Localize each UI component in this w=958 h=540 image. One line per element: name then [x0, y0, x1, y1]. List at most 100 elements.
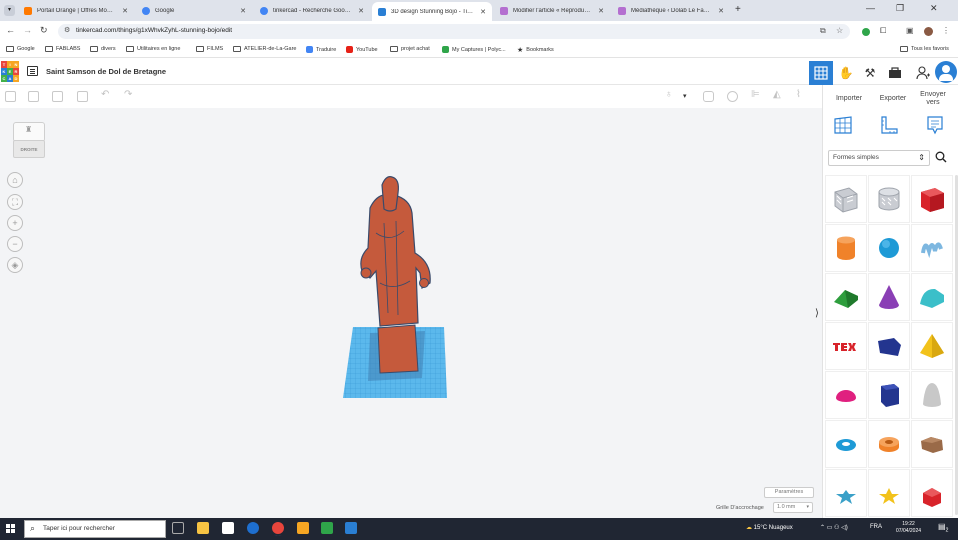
ungroup-icon[interactable]: [727, 91, 738, 102]
zoom-out-button[interactable]: −: [7, 236, 23, 252]
close-tab-icon[interactable]: ✕: [598, 7, 604, 15]
shape-torus[interactable]: [825, 420, 867, 468]
design-menu-icon[interactable]: [27, 66, 38, 76]
bookmark-item[interactable]: Traduire: [306, 46, 336, 53]
snap-grid-select[interactable]: 1.0 mm ▾: [773, 502, 813, 513]
system-clock[interactable]: 19:22 07/04/2024: [896, 521, 921, 535]
export-button[interactable]: Exporter: [873, 91, 913, 106]
browser-tab[interactable]: Modifier l'article « Reproduction ✕: [494, 3, 610, 19]
close-tab-icon[interactable]: ✕: [480, 8, 486, 16]
bookmark-item[interactable]: YouTube: [346, 46, 378, 53]
windows-start-icon[interactable]: [6, 524, 16, 534]
task-view-icon[interactable]: [172, 522, 184, 534]
shape-wedge[interactable]: [868, 322, 910, 370]
shape-paraboloid[interactable]: [911, 371, 953, 419]
bookmark-item[interactable]: My Captures | Polyc...: [442, 46, 506, 53]
shape-star[interactable]: [868, 469, 910, 517]
url-text[interactable]: tinkercad.com/things/g1xWhvkZyhL-stunnin…: [76, 27, 232, 34]
bookmark-item[interactable]: divers: [90, 46, 116, 52]
taskbar-search-input[interactable]: ⌕ Taper ici pour rechercher: [24, 520, 166, 538]
shape-cylinder[interactable]: [825, 224, 867, 272]
calendar-app-icon[interactable]: [222, 522, 234, 534]
bookmark-item[interactable]: ★ Bookmarks: [517, 46, 554, 54]
minimize-button[interactable]: —: [866, 3, 875, 13]
close-tab-icon[interactable]: ✕: [122, 7, 128, 15]
view-cube-right-face[interactable]: DROITE: [13, 140, 45, 158]
shape-cone[interactable]: [868, 273, 910, 321]
browser-tab-active[interactable]: 3D design Stunning Bojo - Tinkercad ✕: [372, 2, 492, 21]
notes-tool[interactable]: [923, 115, 947, 139]
ruler-tool[interactable]: [877, 115, 901, 139]
shape-scribble[interactable]: [911, 224, 953, 272]
install-app-icon[interactable]: ⧉: [820, 26, 826, 36]
cruise-icon[interactable]: ⌇: [796, 89, 801, 100]
close-tab-icon[interactable]: ✕: [240, 7, 246, 15]
shape-icosahedron[interactable]: [911, 469, 953, 517]
address-bar[interactable]: ⚙ tinkercad.com/things/g1xWhvkZyhL-stunn…: [58, 24, 850, 39]
import-button[interactable]: Importer: [829, 91, 869, 106]
bookmark-item[interactable]: FABLABS: [45, 46, 80, 52]
align-icon[interactable]: ⊫: [751, 89, 760, 100]
delete-icon[interactable]: [77, 91, 88, 102]
app-icon[interactable]: [345, 522, 357, 534]
extension-icon[interactable]: [862, 28, 870, 36]
edge-browser-icon[interactable]: [247, 522, 259, 534]
shape-pyramid[interactable]: [911, 322, 953, 370]
shape-half-sphere[interactable]: [825, 371, 867, 419]
shape-star-blue[interactable]: [825, 469, 867, 517]
home-view-button[interactable]: ⌂: [7, 172, 23, 188]
app-icon[interactable]: [297, 522, 309, 534]
shape-tube[interactable]: [868, 420, 910, 468]
3d-view-button[interactable]: [809, 61, 833, 85]
shape-rock[interactable]: [911, 420, 953, 468]
close-tab-icon[interactable]: ✕: [358, 7, 364, 15]
shape-text[interactable]: [825, 322, 867, 370]
input-language[interactable]: FRA: [870, 524, 882, 530]
shape-roof[interactable]: [825, 273, 867, 321]
statue-head[interactable]: [381, 176, 399, 212]
mirror-icon[interactable]: ◭: [773, 89, 781, 100]
send-to-button[interactable]: Envoyer vers: [915, 91, 951, 107]
app-icon[interactable]: [321, 522, 333, 534]
bookmark-item[interactable]: Google: [6, 46, 35, 52]
light-bulb-icon[interactable]: ♁: [665, 89, 673, 100]
dropdown-caret-icon[interactable]: ▾: [683, 92, 687, 100]
zoom-in-button[interactable]: +: [7, 215, 23, 231]
bookmark-star-icon[interactable]: ☆: [836, 26, 843, 35]
new-tab-button[interactable]: +: [735, 4, 741, 15]
sim-lab-button[interactable]: [883, 61, 907, 85]
bookmark-item[interactable]: FILMS: [196, 46, 223, 52]
shape-cylinder-hole[interactable]: [868, 175, 910, 223]
profile-avatar[interactable]: [924, 27, 933, 36]
codeblocks-button[interactable]: ⚒: [858, 61, 882, 85]
workplane-canvas[interactable]: ♜ DROITE ⌂ ⛶ + − ◈ ⟩: [0, 108, 822, 518]
shape-box[interactable]: [911, 175, 953, 223]
statue-robe[interactable]: [360, 193, 431, 327]
fit-view-button[interactable]: ⛶: [7, 194, 23, 210]
tinkercad-logo[interactable]: T I N K E R C A D: [1, 61, 19, 82]
paste-icon[interactable]: [28, 91, 39, 102]
weather-widget[interactable]: ☁ 15°C Nuageux: [746, 524, 793, 531]
view-cube[interactable]: ♜ DROITE: [12, 122, 46, 160]
user-avatar[interactable]: [935, 61, 957, 83]
duplicate-icon[interactable]: [52, 91, 63, 102]
browser-tab[interactable]: Médiathèque ‹ Dolab Le FabLab ✕: [612, 3, 730, 19]
close-window-button[interactable]: ✕: [930, 3, 938, 14]
system-tray-icons[interactable]: ⌃ ▭ ⚇ ◁): [820, 524, 848, 531]
maximize-button[interactable]: ❐: [896, 3, 904, 14]
design-title[interactable]: Saint Samson de Dol de Bretagne: [46, 67, 166, 76]
all-bookmarks[interactable]: Tous les favoris: [900, 46, 949, 52]
chrome-browser-icon[interactable]: [272, 522, 284, 534]
shape-polygon[interactable]: [868, 371, 910, 419]
shape-search-icon[interactable]: [933, 151, 949, 167]
notifications-icon[interactable]: ▤2: [938, 522, 948, 534]
statue-base[interactable]: [377, 324, 419, 374]
tab-search-button[interactable]: ▾: [4, 5, 15, 16]
browser-menu-icon[interactable]: ⋮: [942, 26, 950, 35]
file-explorer-icon[interactable]: [197, 522, 209, 534]
shape-category-select[interactable]: Formes simples ⇕: [828, 150, 930, 166]
new-shape-icon[interactable]: [5, 91, 16, 102]
parameters-button[interactable]: Paramètres: [764, 487, 814, 498]
undo-icon[interactable]: ↶: [101, 89, 109, 100]
workplane-tool[interactable]: [831, 115, 855, 139]
